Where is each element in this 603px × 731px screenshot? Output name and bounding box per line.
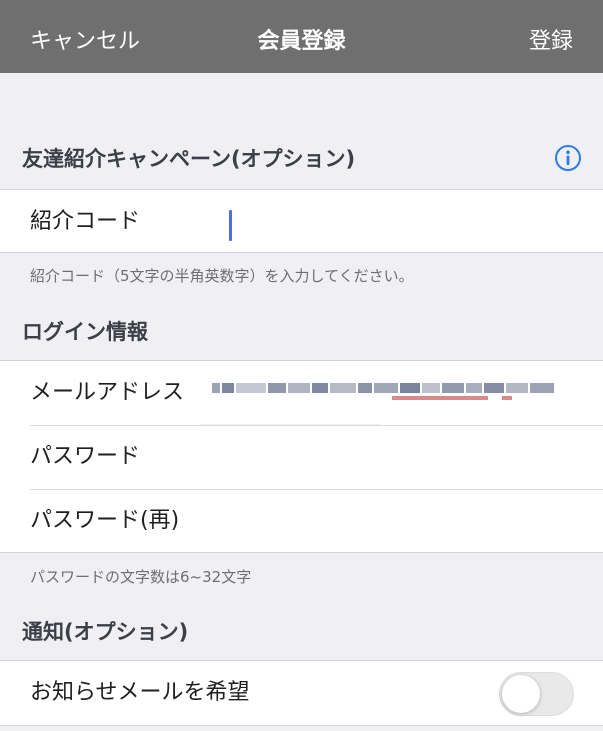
password-input[interactable] [220, 425, 590, 489]
password-hint: パスワードの文字数は6~32文字 [30, 568, 252, 586]
info-circle-icon[interactable] [554, 144, 582, 172]
section-header-login: ログイン情報 [22, 320, 148, 344]
notifications-group: お知らせメールを希望 [0, 660, 603, 726]
referral-group: 紹介コード [0, 189, 603, 253]
password-confirm-row[interactable]: パスワード(再) [0, 489, 603, 553]
password-row[interactable]: パスワード [0, 425, 603, 489]
newsletter-toggle[interactable] [499, 672, 574, 716]
password-confirm-input[interactable] [220, 489, 590, 553]
text-cursor [229, 210, 232, 241]
password-confirm-label: パスワード(再) [30, 508, 180, 533]
newsletter-label: お知らせメールを希望 [30, 680, 250, 705]
section-header-notifications: 通知(オプション) [22, 620, 189, 644]
referral-code-hint: 紹介コード（5文字の半角英数字）を入力してください。 [30, 267, 414, 285]
password-label: パスワード [30, 444, 141, 469]
referral-code-input[interactable] [220, 190, 590, 254]
email-row[interactable]: メールアドレス [0, 361, 603, 426]
cancel-button[interactable]: キャンセル [30, 0, 140, 73]
navigation-bar: 会員登録 キャンセル 登録 [0, 0, 603, 73]
email-label: メールアドレス [30, 380, 185, 405]
register-button[interactable]: 登録 [529, 0, 573, 73]
newsletter-row: お知らせメールを希望 [0, 661, 603, 727]
section-header-referral: 友達紹介キャンペーン(オプション) [22, 147, 356, 171]
toggle-knob [502, 675, 540, 713]
email-field[interactable] [212, 383, 554, 405]
login-group: メールアドレス パスワード パスワード(再) [0, 360, 603, 553]
referral-code-label: 紹介コード [30, 209, 141, 234]
referral-code-row[interactable]: 紹介コード [0, 190, 603, 254]
